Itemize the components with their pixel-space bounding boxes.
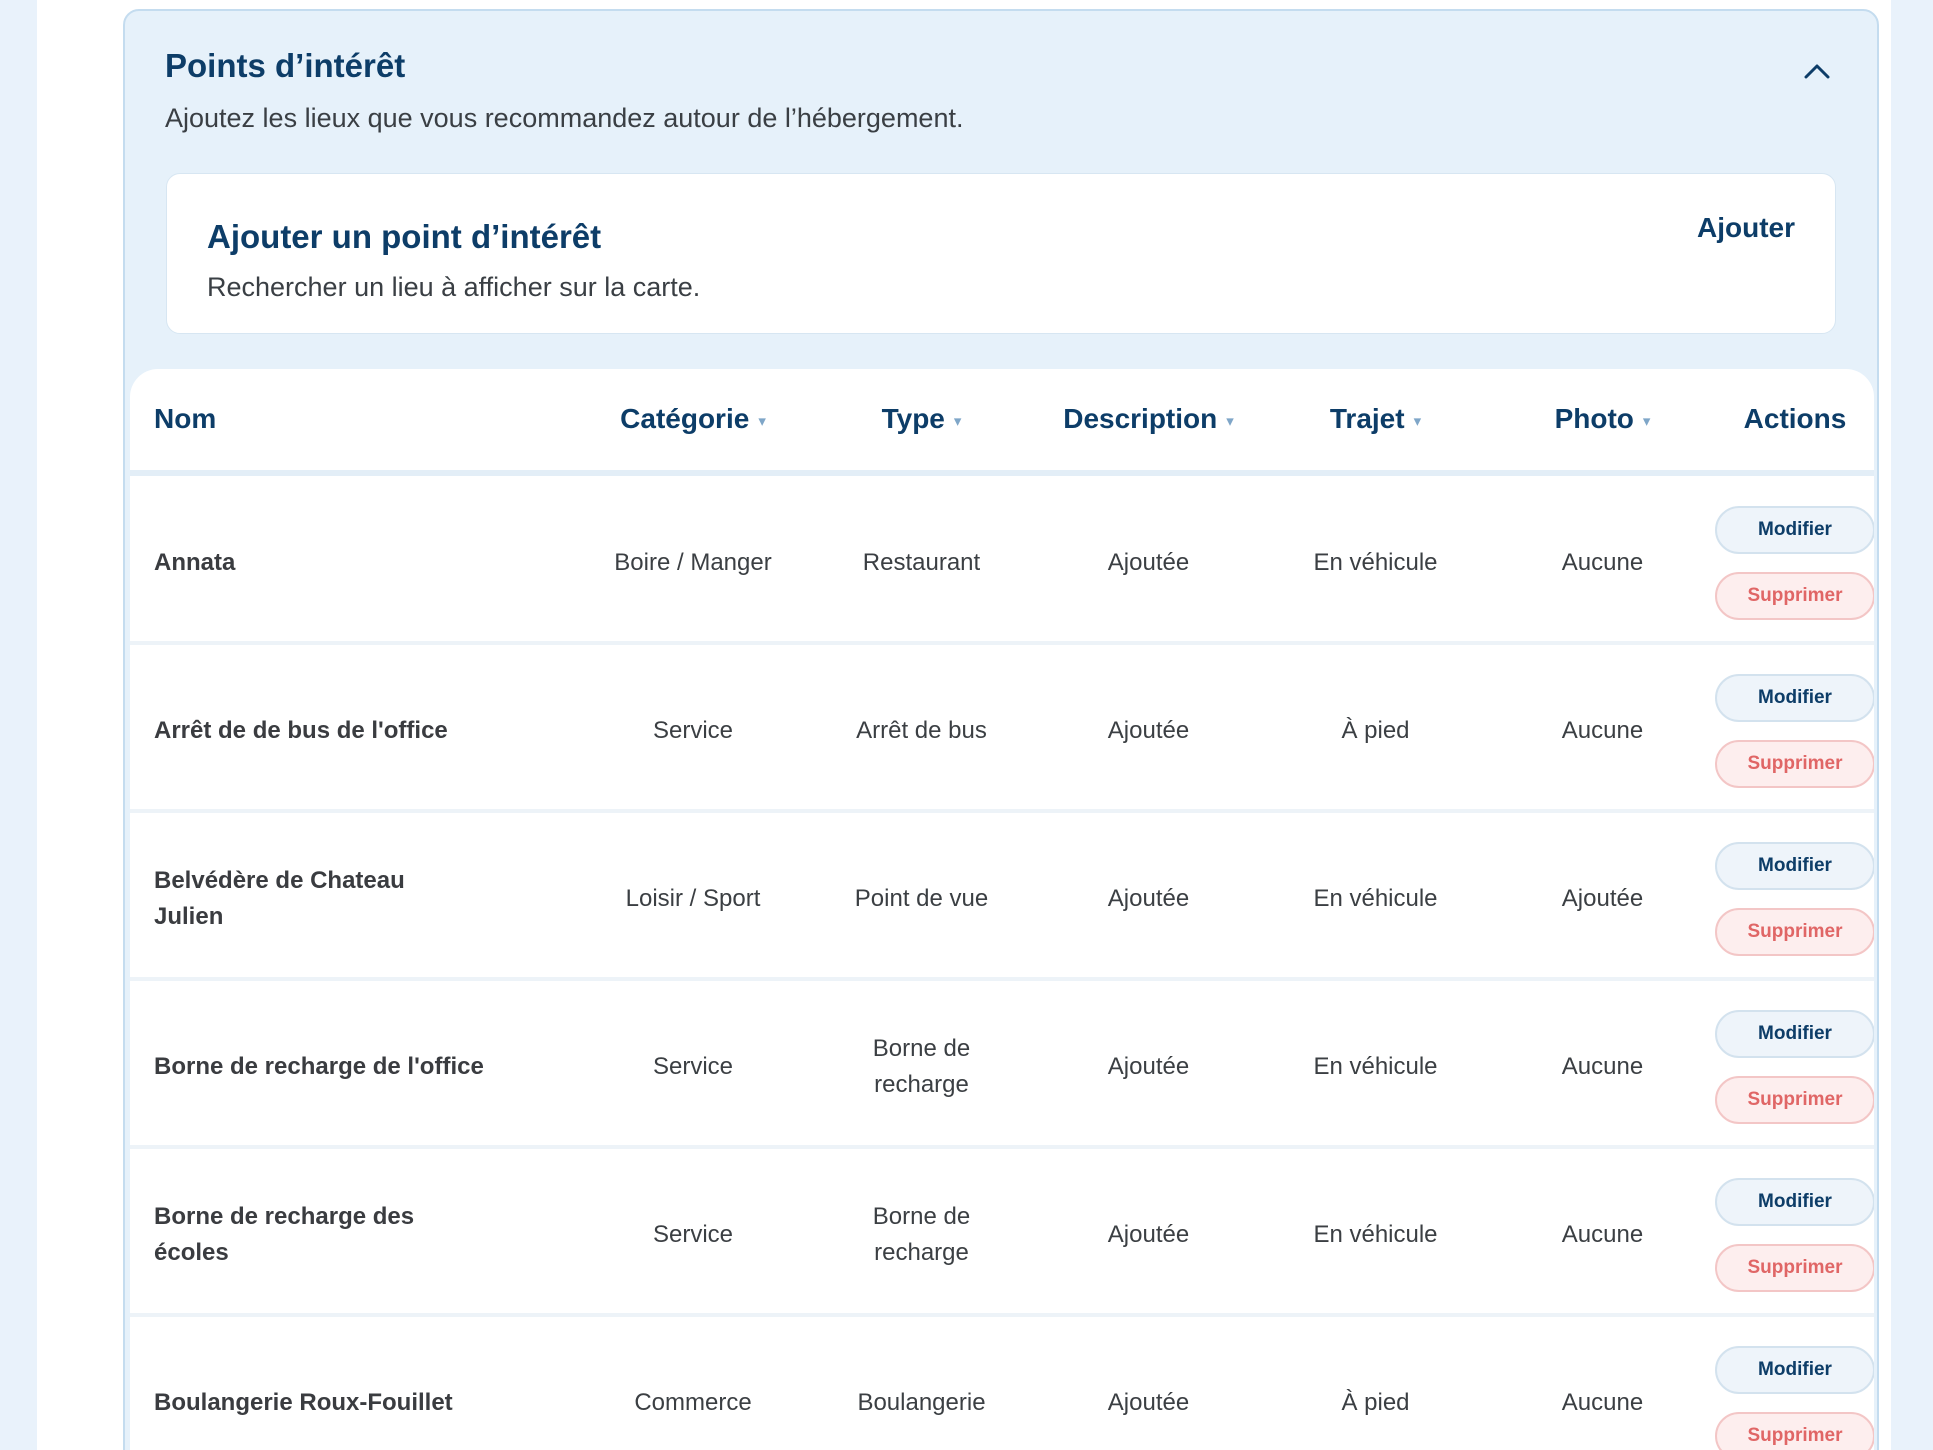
cell-type: Borne de recharge bbox=[872, 1202, 971, 1266]
cell-trajet: En véhicule bbox=[1313, 1220, 1438, 1248]
cell-type: Borne de recharge bbox=[872, 1034, 971, 1098]
delete-button[interactable]: Supprimer bbox=[1715, 1411, 1874, 1450]
cell-nom: Annata bbox=[154, 548, 236, 576]
cell-description: Ajoutée bbox=[1107, 548, 1190, 576]
column-header-label: Catégorie bbox=[620, 403, 750, 434]
add-point-subtitle: Rechercher un lieu à afficher sur la car… bbox=[207, 272, 701, 302]
cell-description: Ajoutée bbox=[1107, 1052, 1190, 1080]
page: Points d’intérêt Ajoutez les lieux que v… bbox=[37, 0, 1891, 1450]
cell-trajet: En véhicule bbox=[1313, 548, 1438, 576]
cell-nom: Arrêt de de bus de l'office bbox=[154, 716, 448, 744]
collapse-button[interactable] bbox=[1797, 51, 1837, 91]
cell-type: Boulangerie bbox=[857, 1388, 986, 1416]
cell-trajet: En véhicule bbox=[1313, 1052, 1438, 1080]
cell-categorie: Loisir / Sport bbox=[625, 884, 761, 912]
cell-categorie: Boire / Manger bbox=[614, 548, 772, 576]
cell-type: Point de vue bbox=[854, 884, 989, 912]
column-header-nom[interactable]: Nom bbox=[154, 369, 554, 469]
cell-nom: Belvédère de Chateau Julien bbox=[154, 866, 405, 930]
column-header-actions: Actions bbox=[1716, 369, 1874, 469]
table-row: Annata Boire / Manger Restaurant Ajoutée… bbox=[130, 480, 1874, 645]
row-actions: Modifier Supprimer bbox=[1715, 648, 1874, 813]
row-actions: Modifier Supprimer bbox=[1715, 984, 1874, 1149]
chevron-up-icon bbox=[1804, 64, 1830, 79]
delete-button[interactable]: Supprimer bbox=[1715, 739, 1874, 788]
cell-description: Ajoutée bbox=[1107, 1388, 1190, 1416]
table-row: Boulangerie Roux-Fouillet Commerce Boula… bbox=[130, 1320, 1874, 1450]
sort-caret-icon: ▾ bbox=[953, 413, 962, 430]
modify-button[interactable]: Modifier bbox=[1715, 841, 1874, 890]
delete-button[interactable]: Supprimer bbox=[1715, 571, 1874, 620]
delete-button[interactable]: Supprimer bbox=[1715, 1243, 1874, 1292]
cell-description: Ajoutée bbox=[1107, 884, 1190, 912]
cell-type: Restaurant bbox=[862, 548, 981, 576]
row-actions: Modifier Supprimer bbox=[1715, 480, 1874, 645]
points-of-interest-panel: Points d’intérêt Ajoutez les lieux que v… bbox=[123, 9, 1879, 1450]
column-header-description[interactable]: Description ▾ bbox=[1035, 369, 1262, 469]
column-header-label: Trajet bbox=[1329, 403, 1405, 434]
column-header-photo[interactable]: Photo ▾ bbox=[1489, 369, 1716, 469]
column-header-label: Photo bbox=[1554, 403, 1634, 434]
section-subtitle: Ajoutez les lieux que vous recommandez a… bbox=[165, 103, 964, 133]
cell-nom: Borne de recharge des écoles bbox=[154, 1202, 415, 1266]
add-point-card: Ajouter un point d’intérêt Rechercher un… bbox=[166, 173, 1836, 334]
cell-photo: Aucune bbox=[1561, 1052, 1644, 1080]
cell-nom: Borne de recharge de l'office bbox=[154, 1052, 484, 1080]
modify-button[interactable]: Modifier bbox=[1715, 673, 1874, 722]
cell-type: Arrêt de bus bbox=[856, 716, 987, 744]
modify-button[interactable]: Modifier bbox=[1715, 1009, 1874, 1058]
table-row: Arrêt de de bus de l'office Service Arrê… bbox=[130, 648, 1874, 813]
column-header-label: Actions bbox=[1743, 403, 1847, 434]
row-actions: Modifier Supprimer bbox=[1715, 1320, 1874, 1450]
table-row: Belvédère de Chateau Julien Loisir / Spo… bbox=[130, 816, 1874, 981]
row-actions: Modifier Supprimer bbox=[1715, 816, 1874, 981]
modify-button[interactable]: Modifier bbox=[1715, 1345, 1874, 1394]
points-table: Nom Catégorie ▾ Type ▾ Description ▾ Trajet… bbox=[130, 369, 1874, 1450]
cell-categorie: Commerce bbox=[634, 1388, 752, 1416]
sort-caret-icon: ▾ bbox=[1413, 413, 1422, 430]
cell-trajet: À pied bbox=[1341, 1388, 1410, 1416]
sort-caret-icon: ▾ bbox=[1226, 413, 1234, 430]
table-header: Nom Catégorie ▾ Type ▾ Description ▾ Trajet… bbox=[130, 369, 1874, 476]
sort-caret-icon: ▾ bbox=[758, 413, 766, 430]
cell-categorie: Service bbox=[652, 1052, 734, 1080]
column-header-label: Nom bbox=[154, 403, 217, 434]
cell-trajet: En véhicule bbox=[1313, 884, 1438, 912]
cell-photo: Aucune bbox=[1561, 548, 1644, 576]
add-button[interactable]: Ajouter bbox=[1697, 212, 1795, 244]
delete-button[interactable]: Supprimer bbox=[1715, 907, 1874, 956]
cell-categorie: Service bbox=[652, 716, 734, 744]
column-header-type[interactable]: Type ▾ bbox=[808, 369, 1035, 469]
table-row: Borne de recharge de l'office Service Bo… bbox=[130, 984, 1874, 1149]
table-row: Borne de recharge des écoles Service Bor… bbox=[130, 1152, 1874, 1317]
cell-description: Ajoutée bbox=[1107, 716, 1190, 744]
cell-nom: Boulangerie Roux-Fouillet bbox=[154, 1388, 453, 1416]
cell-photo: Aucune bbox=[1561, 1388, 1644, 1416]
cell-photo: Ajoutée bbox=[1561, 884, 1644, 912]
cell-photo: Aucune bbox=[1561, 716, 1644, 744]
cell-description: Ajoutée bbox=[1107, 1220, 1190, 1248]
cell-categorie: Service bbox=[652, 1220, 734, 1248]
modify-button[interactable]: Modifier bbox=[1715, 1177, 1874, 1226]
column-header-label: Description bbox=[1063, 403, 1218, 434]
add-point-title: Ajouter un point d’intérêt bbox=[207, 218, 602, 255]
modify-button[interactable]: Modifier bbox=[1715, 505, 1874, 554]
column-header-label: Type bbox=[881, 403, 945, 434]
cell-photo: Aucune bbox=[1561, 1220, 1644, 1248]
section-title: Points d’intérêt bbox=[165, 47, 406, 84]
cell-trajet: À pied bbox=[1341, 716, 1410, 744]
delete-button[interactable]: Supprimer bbox=[1715, 1075, 1874, 1124]
row-actions: Modifier Supprimer bbox=[1715, 1152, 1874, 1317]
sort-caret-icon: ▾ bbox=[1642, 413, 1651, 430]
column-header-categorie[interactable]: Catégorie ▾ bbox=[578, 369, 808, 469]
column-header-trajet[interactable]: Trajet ▾ bbox=[1262, 369, 1489, 469]
